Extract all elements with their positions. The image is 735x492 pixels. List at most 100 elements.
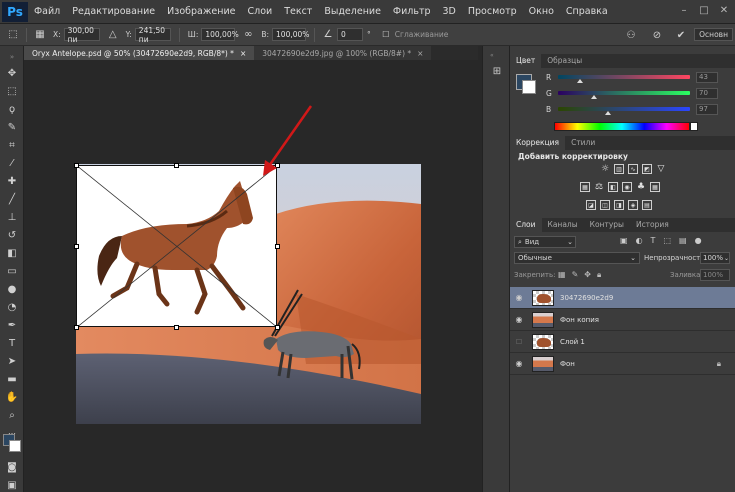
transform-tool-icon[interactable]: ⬚: [6, 28, 20, 42]
lock-all-icon[interactable]: 🔒︎: [597, 270, 601, 280]
lock-transparency-icon[interactable]: ▦: [558, 270, 566, 280]
move-tool-icon[interactable]: ✥: [4, 66, 20, 80]
history-panel-icon[interactable]: ⊞: [490, 66, 504, 80]
menu-image[interactable]: Изображение: [161, 6, 241, 17]
blue-slider-track[interactable]: [558, 107, 690, 111]
color-spectrum-bar[interactable]: [554, 122, 690, 131]
exposure-icon[interactable]: ◩: [642, 164, 652, 174]
layer-row-horse[interactable]: ◉ 30472690e2d9: [510, 287, 735, 309]
shape-filter-icon[interactable]: ⬚: [663, 236, 671, 245]
visibility-eye-icon[interactable]: ◉: [510, 293, 528, 302]
transform-handle-bottom-right[interactable]: [275, 325, 280, 330]
pen-tool-icon[interactable]: ✒: [4, 318, 20, 332]
reference-point-icon[interactable]: ▦: [33, 28, 47, 42]
white-swatch[interactable]: [690, 122, 698, 131]
brush-tool-icon[interactable]: ╱: [4, 192, 20, 206]
brightness-contrast-icon[interactable]: ☼: [600, 164, 610, 174]
eraser-tool-icon[interactable]: ◧: [4, 246, 20, 260]
quick-mask-icon[interactable]: ◙: [4, 460, 20, 474]
type-filter-icon[interactable]: T: [651, 236, 656, 245]
channel-mixer-icon[interactable]: ♣: [636, 182, 646, 192]
red-slider-thumb[interactable]: [577, 79, 584, 83]
menu-file[interactable]: Файл: [28, 6, 66, 17]
color-balance-icon[interactable]: ⚖: [594, 182, 604, 192]
workspace-select[interactable]: Основн: [694, 28, 733, 41]
menu-filter[interactable]: Фильтр: [387, 6, 437, 17]
curves-icon[interactable]: ∿: [628, 164, 638, 174]
tab-history[interactable]: История: [630, 218, 675, 232]
adjustment-filter-icon[interactable]: ◐: [636, 236, 643, 245]
menu-edit[interactable]: Редактирование: [66, 6, 161, 17]
visibility-eye-icon[interactable]: ◉: [510, 315, 528, 324]
menu-3d[interactable]: 3D: [437, 6, 462, 17]
green-slider-track[interactable]: [558, 91, 690, 95]
maximize-icon[interactable]: □: [697, 3, 711, 17]
tab-adjustments[interactable]: Коррекция: [510, 136, 566, 150]
y-input[interactable]: 241,50 пи: [134, 26, 171, 44]
fill-input[interactable]: 100%: [700, 269, 730, 281]
close-tab-icon[interactable]: ×: [417, 49, 423, 58]
photo-filter-icon[interactable]: ◉: [622, 182, 632, 192]
transform-handle-bottom[interactable]: [174, 325, 179, 330]
background-color-swatch[interactable]: [9, 440, 21, 452]
layer-row-layer-1[interactable]: ☐ Слой 1: [510, 331, 735, 353]
lock-position-icon[interactable]: ✥: [584, 270, 591, 280]
menu-help[interactable]: Справка: [560, 6, 614, 17]
layer-row-background[interactable]: ◉ Фон 🔒︎: [510, 353, 735, 375]
quick-select-tool-icon[interactable]: ✎: [4, 120, 20, 134]
clone-stamp-tool-icon[interactable]: ⊥: [4, 210, 20, 224]
path-selection-tool-icon[interactable]: ➤: [4, 354, 20, 368]
green-slider-thumb[interactable]: [590, 95, 597, 99]
menu-select[interactable]: Выделение: [318, 6, 387, 17]
lock-pixels-icon[interactable]: ✎: [572, 270, 579, 280]
healing-brush-tool-icon[interactable]: ✚: [4, 174, 20, 188]
lasso-tool-icon[interactable]: ϙ: [4, 102, 20, 116]
color-lookup-icon[interactable]: ▦: [650, 182, 660, 192]
opacity-input[interactable]: 100% ⌄: [700, 252, 730, 264]
blue-slider-thumb[interactable]: [605, 111, 612, 115]
menu-view[interactable]: Просмотр: [462, 6, 523, 17]
menu-layers[interactable]: Слои: [241, 6, 278, 17]
zoom-tool-icon[interactable]: ⌕: [4, 408, 20, 422]
threshold-icon[interactable]: ◨: [614, 200, 624, 210]
blend-mode-select[interactable]: Обычные ⌄: [514, 252, 640, 264]
pixel-filter-icon[interactable]: ▣: [620, 236, 628, 245]
angle-input[interactable]: 0: [337, 28, 364, 41]
transform-handle-left[interactable]: [74, 244, 79, 249]
red-value-input[interactable]: 43: [696, 71, 718, 83]
rectangle-tool-icon[interactable]: ▬: [4, 372, 20, 386]
green-value-input[interactable]: 70: [696, 87, 718, 99]
filter-toggle-icon[interactable]: ●: [695, 236, 702, 245]
tab-horse-jpg[interactable]: 30472690e2d9.jpg @ 100% (RGB/8#) * ×: [254, 46, 432, 60]
free-transform-box[interactable]: [76, 165, 277, 327]
layer-filter-select[interactable]: ⌕ Вид ⌄: [514, 236, 576, 248]
transform-handle-top[interactable]: [174, 163, 179, 168]
minimize-icon[interactable]: –: [677, 3, 691, 17]
cancel-transform-icon[interactable]: ⊘: [650, 28, 664, 42]
tab-paths[interactable]: Контуры: [584, 218, 630, 232]
hue-saturation-icon[interactable]: ▦: [580, 182, 590, 192]
blue-value-input[interactable]: 97: [696, 103, 718, 115]
black-white-icon[interactable]: ◧: [608, 182, 618, 192]
visibility-checkbox-icon[interactable]: ☐: [510, 338, 528, 346]
layer-row-background-copy[interactable]: ◉ Фон копия: [510, 309, 735, 331]
antialias-checkbox-icon[interactable]: ☐: [379, 28, 393, 42]
dodge-tool-icon[interactable]: ◔: [4, 300, 20, 314]
tab-color[interactable]: Цвет: [510, 54, 542, 68]
transform-handle-top-left[interactable]: [74, 163, 79, 168]
relative-position-icon[interactable]: △: [106, 28, 120, 42]
hand-tool-icon[interactable]: ✋: [4, 390, 20, 404]
selective-color-icon[interactable]: ◈: [628, 200, 638, 210]
vibrance-icon[interactable]: ▽: [656, 164, 666, 174]
warp-icon[interactable]: ⚇: [624, 28, 638, 42]
eyedropper-tool-icon[interactable]: ⁄: [4, 156, 20, 170]
x-input[interactable]: 300,00 пи: [63, 26, 100, 44]
close-icon[interactable]: ✕: [717, 3, 731, 17]
type-tool-icon[interactable]: T: [4, 336, 20, 350]
marquee-tool-icon[interactable]: ⬚: [4, 84, 20, 98]
tab-channels[interactable]: Каналы: [542, 218, 584, 232]
transform-handle-bottom-left[interactable]: [74, 325, 79, 330]
link-icon[interactable]: ∞: [241, 28, 255, 42]
posterize-icon[interactable]: ◫: [600, 200, 610, 210]
history-brush-tool-icon[interactable]: ↺: [4, 228, 20, 242]
